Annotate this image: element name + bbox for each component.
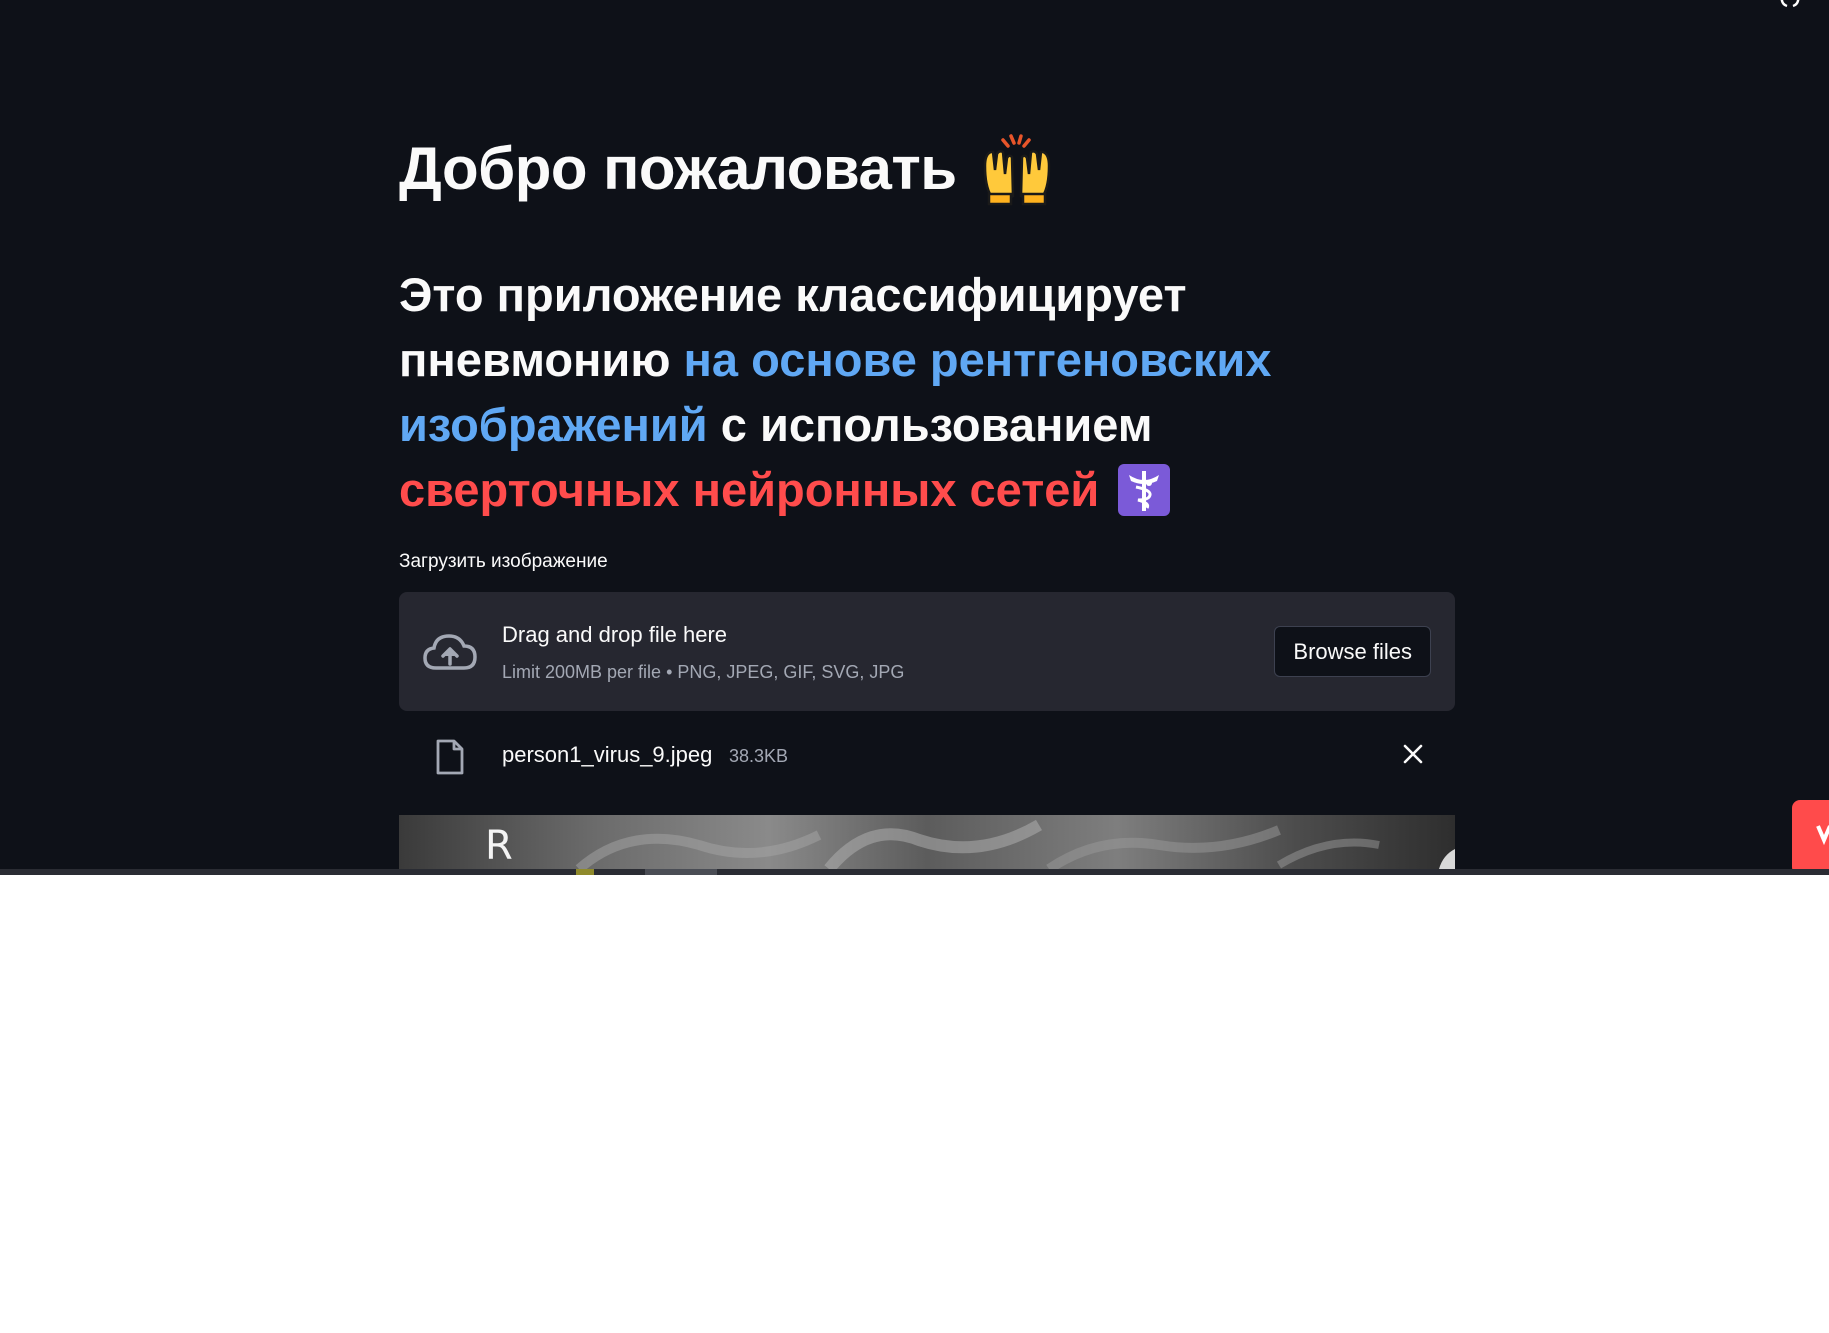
horizontal-scrollbar[interactable] (0, 869, 1829, 875)
raising-hands-icon (981, 130, 1053, 206)
github-icon[interactable] (1779, 0, 1801, 10)
floating-action-tab[interactable] (1792, 800, 1829, 875)
file-dropzone[interactable]: Drag and drop file here Limit 200MB per … (399, 592, 1455, 711)
xray-image-preview: R (399, 815, 1455, 869)
uploaded-file-name: person1_virus_9.jpeg (502, 742, 713, 767)
scrollbar-thumb[interactable] (645, 869, 717, 875)
app-description: Это приложение классифицирует пневмонию … (399, 262, 1329, 522)
close-icon[interactable] (1399, 740, 1427, 768)
uploaded-file-row: person1_virus_9.jpeg 38.3KB (399, 728, 1455, 784)
scrollbar-marker (576, 869, 594, 875)
upload-label: Загрузить изображение (399, 551, 608, 572)
description-text-2: с использованием (707, 398, 1153, 451)
xray-texture (575, 819, 1455, 869)
chevron-icon (1816, 825, 1829, 846)
file-icon (436, 739, 464, 775)
xray-side-marker: R (485, 823, 513, 869)
page-title: Добро пожаловать (399, 130, 1053, 206)
dropzone-limit-hint: Limit 200MB per file • PNG, JPEG, GIF, S… (502, 662, 905, 682)
description-highlight-cnn: сверточных нейронных сетей (399, 463, 1100, 516)
cloud-upload-icon (423, 634, 477, 670)
browse-files-button[interactable]: Browse files (1274, 626, 1431, 677)
uploaded-file-size: 38.3KB (729, 746, 789, 766)
dropzone-title: Drag and drop file here (502, 622, 728, 647)
page-title-text: Добро пожаловать (399, 134, 957, 202)
app-container: Добро пожаловать Это приложение классифи… (0, 0, 1829, 875)
medical-symbol-icon (1118, 463, 1171, 516)
